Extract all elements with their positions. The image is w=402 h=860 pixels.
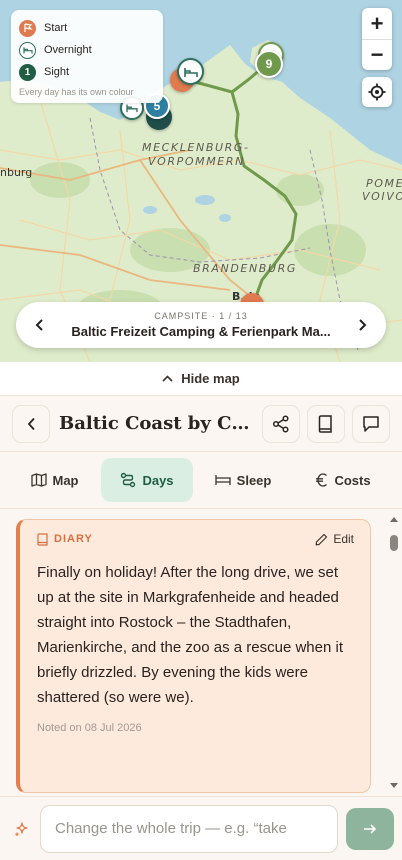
- campsite-prev-button[interactable]: [16, 302, 64, 348]
- arrow-right-icon: [364, 823, 377, 834]
- book-icon: [318, 414, 332, 433]
- overnight-marker[interactable]: [177, 58, 204, 85]
- crosshair-icon: [368, 83, 386, 101]
- euro-icon: [316, 473, 328, 487]
- legend-label-start: Start: [44, 22, 68, 34]
- bed-icon: [126, 104, 138, 113]
- tab-days-label: Days: [142, 472, 174, 488]
- bed-icon: [183, 67, 198, 77]
- campsite-name: Baltic Freizeit Camping & Ferienpark Ma.…: [71, 324, 331, 339]
- chat-icon: [363, 415, 379, 432]
- scroll-up-icon[interactable]: [389, 515, 399, 523]
- diary-header: DIARY Edit: [37, 532, 354, 546]
- days-content: DIARY Edit Finally on holiday! After the…: [0, 510, 402, 796]
- number-badge-icon: 1: [19, 63, 36, 81]
- map-label-pomerania-2: VOIVO: [362, 190, 402, 203]
- send-button[interactable]: [346, 807, 394, 850]
- diary-text: Finally on holiday! After the long drive…: [37, 564, 343, 706]
- hide-map-label: Hide map: [181, 371, 240, 386]
- sight-marker-day[interactable]: 9: [255, 50, 283, 78]
- chevron-left-icon: [35, 319, 43, 331]
- tab-map[interactable]: Map: [8, 458, 101, 502]
- trip-header: Baltic Coast by Cam...: [0, 396, 402, 452]
- chevron-up-icon: [162, 375, 173, 382]
- scroll-down-icon[interactable]: [389, 782, 399, 790]
- sparkle-icon: [12, 820, 32, 838]
- map-view[interactable]: MECKLENBURG- VORPOMMERN BRANDENBURG POME…: [0, 0, 402, 362]
- campsite-card[interactable]: CAMPSITE · 1 / 13 Baltic Freizeit Campin…: [16, 302, 386, 348]
- zoom-controls: + −: [362, 8, 392, 70]
- map-legend: Start Overnight 1 Sight Every day has it…: [11, 10, 163, 103]
- book-icon: [37, 532, 48, 546]
- scroll-thumb[interactable]: [390, 535, 398, 551]
- tab-costs-label: Costs: [334, 472, 371, 488]
- tab-sleep[interactable]: Sleep: [193, 458, 293, 502]
- map-icon: [30, 473, 47, 487]
- campsite-kicker: CAMPSITE · 1 / 13: [154, 311, 248, 321]
- map-label-vorpommern: VORPOMMERN: [148, 155, 245, 168]
- map-label-brandenburg: BRANDENBURG: [193, 262, 297, 275]
- content-scrollbar[interactable]: [389, 513, 399, 793]
- route-icon: [121, 472, 136, 488]
- legend-item-sight: 1 Sight: [19, 61, 155, 83]
- app-root: MECKLENBURG- VORPOMMERN BRANDENBURG POME…: [0, 0, 402, 860]
- hide-map-button[interactable]: Hide map: [0, 362, 402, 396]
- notebook-button[interactable]: [307, 404, 345, 443]
- legend-note: Every day has its own colour: [19, 87, 134, 97]
- legend-label-sight: Sight: [44, 66, 70, 78]
- diary-tag-label: DIARY: [54, 533, 93, 545]
- zoom-in-button[interactable]: +: [362, 8, 392, 39]
- flag-icon: [19, 19, 36, 37]
- campsite-next-button[interactable]: [338, 302, 386, 348]
- tab-costs[interactable]: Costs: [293, 458, 393, 502]
- diary-date-note: Noted on 08 Jul 2026: [37, 722, 142, 734]
- pencil-icon: [315, 533, 328, 545]
- chat-button[interactable]: [352, 404, 390, 443]
- diary-card: DIARY Edit Finally on holiday! After the…: [16, 519, 371, 793]
- chevron-left-icon: [27, 417, 35, 430]
- share-button[interactable]: [262, 404, 300, 443]
- trip-prompt-input[interactable]: [40, 804, 338, 853]
- edit-label: Edit: [333, 532, 354, 546]
- locate-button[interactable]: [362, 77, 392, 107]
- campsite-card-text: CAMPSITE · 1 / 13 Baltic Freizeit Campin…: [64, 311, 338, 339]
- map-label-mecklenburg: MECKLENBURG-: [142, 141, 250, 154]
- zoom-out-button[interactable]: −: [362, 39, 392, 70]
- tab-map-label: Map: [52, 472, 79, 488]
- chevron-right-icon: [359, 319, 367, 331]
- legend-item-start: Start: [19, 17, 155, 39]
- back-button[interactable]: [12, 404, 50, 443]
- map-label-pomerania-1: POME: [366, 177, 402, 190]
- map-city-hamburg: nburg: [0, 166, 33, 179]
- trip-tabs: Map Days Sleep Costs: [0, 452, 402, 509]
- tab-sleep-label: Sleep: [236, 472, 272, 488]
- bed-icon: [19, 41, 36, 59]
- legend-item-overnight: Overnight: [19, 39, 155, 61]
- bed-icon: [215, 475, 231, 485]
- ai-composer: [0, 796, 402, 860]
- tab-days[interactable]: Days: [101, 458, 193, 502]
- edit-diary-button[interactable]: Edit: [315, 532, 354, 546]
- page-title: Baltic Coast by Cam...: [59, 413, 250, 434]
- legend-label-overnight: Overnight: [44, 44, 92, 56]
- diary-tag: DIARY: [37, 532, 93, 546]
- share-icon: [272, 414, 289, 433]
